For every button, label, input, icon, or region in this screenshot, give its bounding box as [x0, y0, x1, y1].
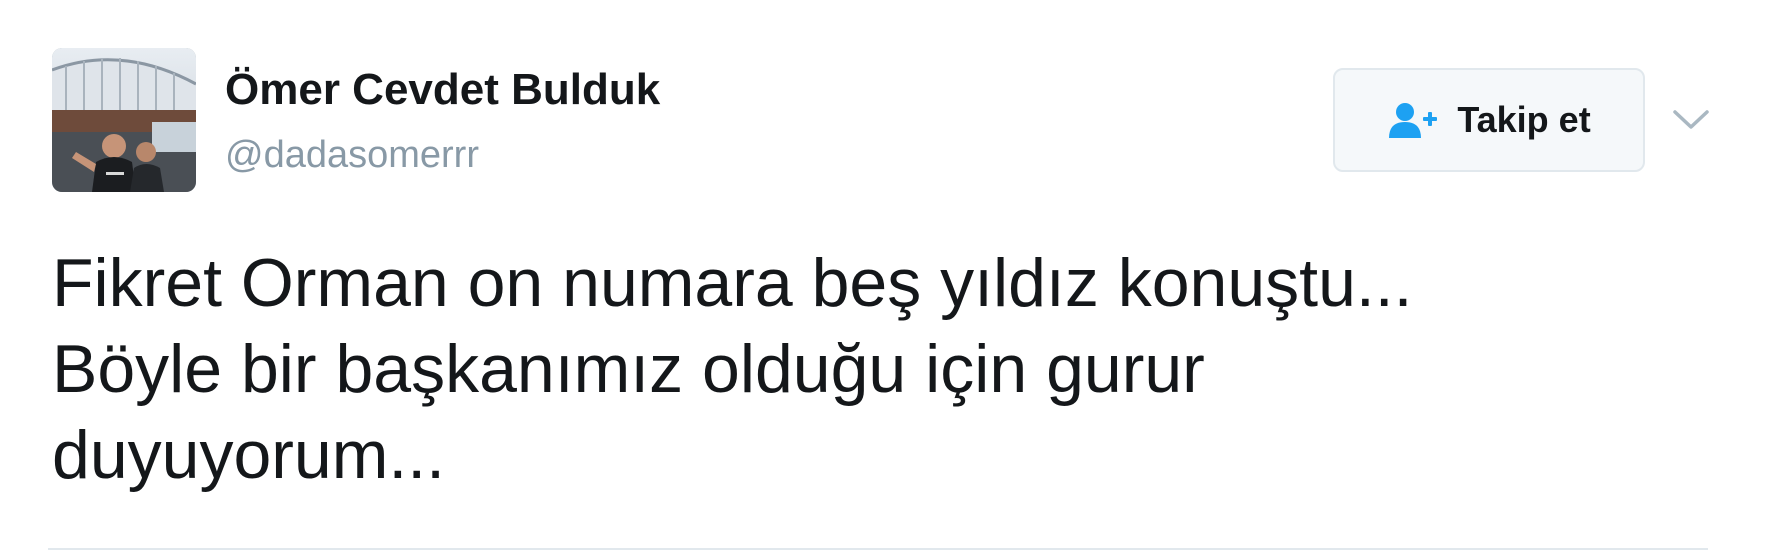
author-name[interactable]: Ömer Cevdet Bulduk	[225, 68, 660, 112]
tweet-text: Fikret Orman on numara beş yıldız konuşt…	[52, 240, 1702, 498]
tweet-card: Ömer Cevdet Bulduk @dadasomerrr Takip et…	[0, 0, 1768, 555]
follow-button-label: Takip et	[1457, 99, 1591, 140]
follow-user-icon	[1389, 103, 1438, 138]
tweet-text-line: Fikret Orman on numara beş yıldız konuşt…	[52, 245, 1413, 321]
avatar-photo	[52, 48, 196, 192]
follow-button[interactable]: Takip et	[1333, 68, 1645, 172]
author-handle[interactable]: @dadasomerrr	[225, 136, 479, 174]
tweet-text-line: duyuyorum...	[52, 417, 446, 493]
chevron-down-icon[interactable]	[1670, 106, 1712, 134]
avatar[interactable]	[52, 48, 196, 192]
divider	[48, 548, 1708, 550]
tweet-text-line: Böyle bir başkanımız olduğu için gurur	[52, 331, 1205, 407]
